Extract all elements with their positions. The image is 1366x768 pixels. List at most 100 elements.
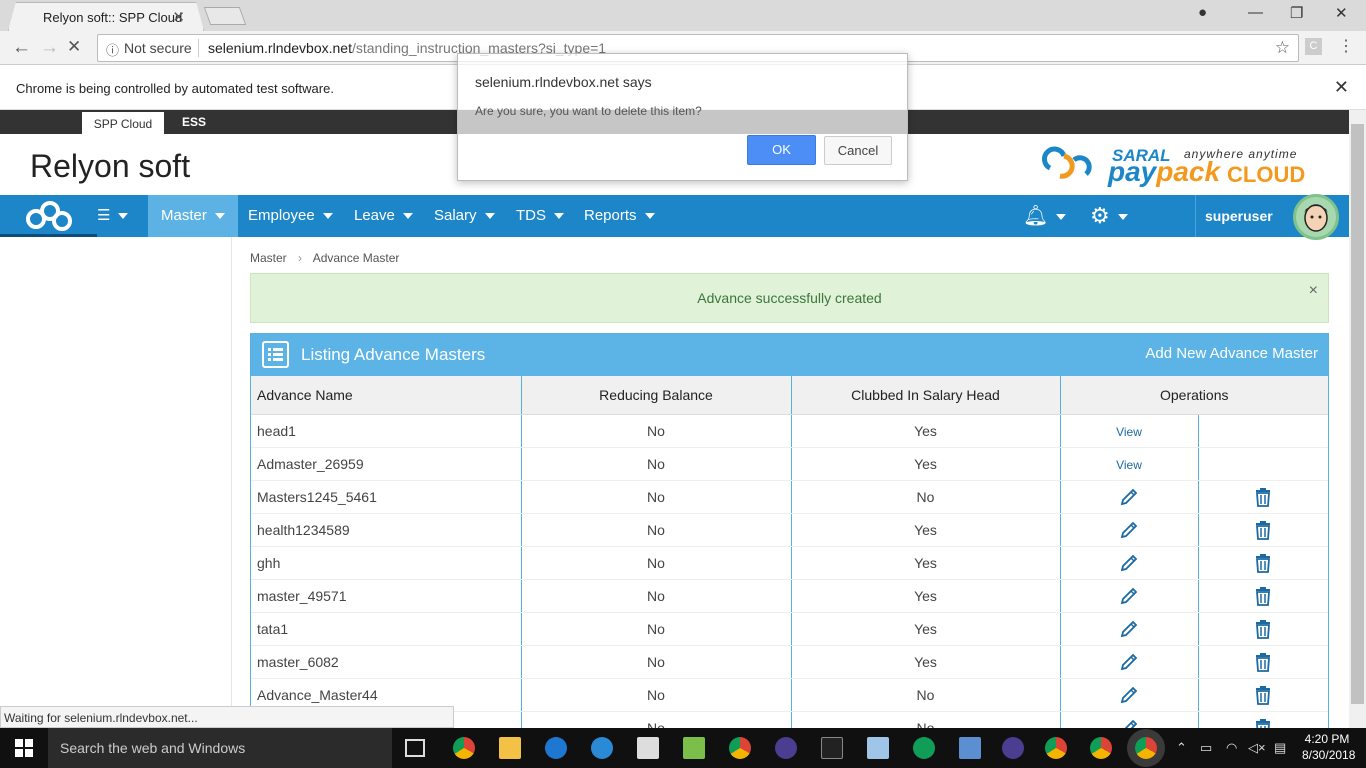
table-row: health1234589 No Yes — [251, 513, 1328, 547]
notifications-icon[interactable]: ▤ — [1274, 740, 1286, 756]
chrome-menu-icon[interactable]: ⋮ — [1338, 36, 1354, 56]
new-tab-button[interactable] — [203, 7, 247, 25]
nav-tds-label: TDS — [516, 207, 546, 224]
file-explorer-icon[interactable] — [499, 737, 521, 759]
notepad-icon[interactable] — [683, 737, 705, 759]
username[interactable]: superuser — [1205, 195, 1273, 237]
nav-tds[interactable]: TDS — [516, 195, 564, 237]
hangouts-icon[interactable] — [913, 737, 935, 759]
nav-salary[interactable]: Salary — [434, 195, 495, 237]
add-advance-master-link[interactable]: Add New Advance Master — [1145, 345, 1318, 362]
infobar-close-icon[interactable]: ✕ — [1334, 77, 1349, 98]
eclipse-icon[interactable] — [1002, 737, 1024, 759]
extension-icon[interactable]: C — [1305, 38, 1322, 55]
tray-chevron-icon[interactable]: ⌃ — [1176, 740, 1187, 756]
ie-icon[interactable] — [591, 737, 613, 759]
nav-reports[interactable]: Reports — [584, 195, 655, 237]
edit-pencil-icon[interactable] — [1119, 487, 1139, 505]
edit-pencil-icon[interactable] — [1119, 652, 1139, 670]
nav-leave[interactable]: Leave — [354, 195, 413, 237]
terminal-icon[interactable] — [821, 737, 843, 759]
edit-cell — [1060, 513, 1199, 547]
scrollbar-thumb[interactable] — [1351, 124, 1364, 704]
nav-home-logo[interactable] — [0, 195, 97, 237]
forward-icon[interactable]: → — [40, 37, 59, 59]
edit-pencil-icon[interactable] — [1119, 586, 1139, 604]
clubbed-cell: Yes — [791, 513, 1061, 547]
chrome-icon[interactable] — [729, 737, 751, 759]
edit-pencil-icon[interactable] — [1119, 685, 1139, 703]
view-link[interactable]: View — [1116, 425, 1142, 439]
taskbar-search[interactable]: Search the web and Windows — [48, 728, 392, 768]
view-link[interactable]: View — [1116, 458, 1142, 472]
delete-trash-icon[interactable] — [1254, 619, 1272, 639]
tab-close-icon[interactable]: ✕ — [172, 8, 185, 26]
edit-pencil-icon[interactable] — [1119, 718, 1139, 728]
edit-pencil-icon[interactable] — [1119, 553, 1139, 571]
chrome-icon[interactable] — [1090, 737, 1112, 759]
delete-cell — [1198, 678, 1328, 712]
delete-trash-icon[interactable] — [1254, 553, 1272, 573]
network-app-icon[interactable] — [959, 737, 981, 759]
breadcrumb-master[interactable]: Master — [250, 251, 287, 265]
nav-employee[interactable]: Employee — [248, 195, 333, 237]
success-alert: Advance successfully created × — [250, 273, 1329, 323]
alert-close-icon[interactable]: × — [1309, 282, 1318, 300]
avatar[interactable] — [1293, 194, 1339, 240]
store-icon[interactable] — [637, 737, 659, 759]
battery-icon[interactable]: ▭ — [1200, 740, 1212, 756]
delete-trash-icon[interactable] — [1254, 487, 1272, 507]
status-bubble: Waiting for selenium.rlndevbox.net... — [0, 706, 454, 728]
delete-trash-icon[interactable] — [1254, 652, 1272, 672]
browser-tab[interactable]: Relyon soft:: SPP Cloud ✕ — [8, 2, 204, 31]
delete-trash-icon[interactable] — [1254, 520, 1272, 540]
back-icon[interactable]: ← — [12, 37, 31, 59]
user-divider — [1195, 195, 1196, 237]
notification-bell-icon[interactable]: 🔔︎ — [1023, 195, 1067, 237]
windows-taskbar: Search the web and Windows ⌃ ▭ ◠ ◁× ▤ 4:… — [0, 728, 1366, 768]
settings-gear-icon[interactable]: ⚙ — [1090, 195, 1128, 237]
tab-ess[interactable]: ESS — [182, 115, 206, 129]
tab-title: Relyon soft:: SPP Cloud — [43, 10, 183, 25]
edit-pencil-icon[interactable] — [1119, 520, 1139, 538]
taskbar-clock[interactable]: 4:20 PM 8/30/2018 — [1302, 731, 1355, 763]
delete-trash-icon[interactable] — [1254, 718, 1272, 728]
delete-trash-icon[interactable] — [1254, 586, 1272, 606]
volume-icon[interactable]: ◁× — [1248, 740, 1266, 756]
page-scrollbar[interactable] — [1349, 110, 1366, 728]
col-reducing-balance: Reducing Balance — [521, 376, 792, 415]
delete-cell — [1198, 480, 1328, 514]
eclipse-icon[interactable] — [775, 737, 797, 759]
advance-name-cell: Masters1245_5461 — [251, 480, 522, 514]
wifi-icon[interactable]: ◠ — [1226, 740, 1237, 756]
chrome-active-icon[interactable] — [1135, 737, 1157, 759]
company-name: Relyon soft — [30, 148, 191, 184]
page-viewport: SPP Cloud ESS Relyon soft SARAL anywhere… — [0, 110, 1349, 728]
ok-button[interactable]: OK — [747, 135, 816, 165]
nav-master[interactable]: Master — [148, 195, 238, 237]
windows-start-icon[interactable] — [15, 739, 33, 757]
chrome-icon[interactable] — [453, 737, 475, 759]
cancel-button[interactable]: Cancel — [824, 136, 892, 165]
col-operations: Operations — [1060, 376, 1328, 415]
task-view-icon[interactable] — [405, 739, 425, 757]
restore-icon[interactable]: ❐ — [1290, 4, 1303, 22]
breadcrumb-separator: › — [298, 251, 303, 265]
bookmark-star-icon[interactable]: ☆ — [1275, 38, 1290, 58]
breadcrumb-current: Advance Master — [312, 251, 400, 265]
edge-icon[interactable] — [545, 737, 567, 759]
tab-spp-cloud[interactable]: SPP Cloud — [82, 112, 164, 134]
profile-icon[interactable]: ● — [1198, 4, 1207, 21]
clubbed-cell: No — [791, 678, 1061, 712]
edit-pencil-icon[interactable] — [1119, 619, 1139, 637]
delete-trash-icon[interactable] — [1254, 685, 1272, 705]
minimize-icon[interactable]: — — [1248, 4, 1263, 21]
hamburger-menu-icon[interactable]: ☰ — [97, 195, 129, 237]
info-icon[interactable]: ⓘ — [106, 40, 119, 59]
window-close-icon[interactable]: ✕ — [1335, 4, 1348, 22]
operation-cell: View — [1060, 414, 1199, 448]
confirm-dialog: selenium.rlndevbox.net says Are you sure… — [457, 53, 908, 181]
chrome-icon[interactable] — [1045, 737, 1067, 759]
stop-icon[interactable]: ✕ — [67, 37, 81, 57]
app-icon[interactable] — [867, 737, 889, 759]
